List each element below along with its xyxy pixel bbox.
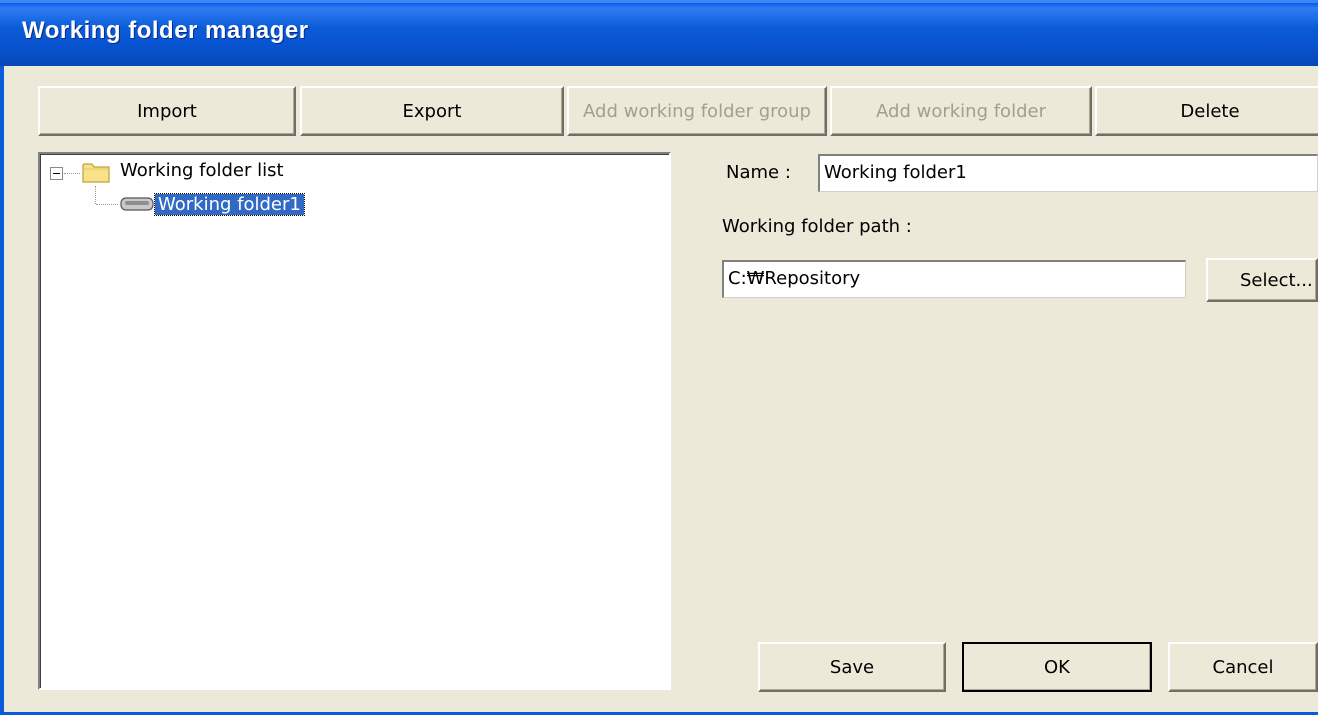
export-button[interactable]: Export — [300, 86, 564, 136]
save-button[interactable]: Save — [758, 642, 946, 692]
import-button-label: Import — [137, 100, 197, 122]
select-path-button[interactable]: Select... — [1206, 258, 1318, 302]
title-bar[interactable]: Working folder manager — [0, 0, 1318, 66]
tree-item-working-folder1[interactable]: Working folder1 — [154, 193, 305, 216]
folder-icon — [82, 163, 110, 183]
window-frame-left — [0, 66, 4, 715]
name-label: Name : — [726, 162, 791, 183]
ok-button[interactable]: OK — [962, 642, 1152, 692]
working-folder-path-label: Working folder path : — [722, 216, 912, 237]
name-input[interactable]: Working folder1 — [818, 154, 1318, 192]
delete-button-label: Delete — [1180, 100, 1240, 122]
import-button[interactable]: Import — [38, 86, 296, 136]
tree-connector — [96, 204, 118, 205]
tree-root-label[interactable]: Working folder list — [120, 160, 284, 181]
select-path-button-label: Select... — [1240, 269, 1313, 291]
add-working-folder-group-button[interactable]: Add working folder group — [567, 86, 827, 136]
cancel-button[interactable]: Cancel — [1168, 642, 1318, 692]
add-working-folder-label: Add working folder — [876, 100, 1046, 122]
tree-connector — [64, 173, 80, 174]
working-folder-path-input[interactable]: C:₩Repository — [722, 260, 1186, 298]
add-working-folder-button[interactable]: Add working folder — [830, 86, 1092, 136]
drive-icon — [120, 197, 154, 211]
add-working-folder-group-label: Add working folder group — [583, 100, 811, 122]
window-title: Working folder manager — [22, 17, 309, 44]
save-button-label: Save — [829, 656, 875, 678]
tree-connector — [95, 186, 96, 204]
cancel-button-label: Cancel — [1212, 656, 1274, 678]
delete-button[interactable]: Delete — [1095, 86, 1318, 136]
export-button-label: Export — [402, 100, 462, 122]
collapse-toggle-icon[interactable] — [50, 167, 63, 180]
ok-button-label: OK — [1044, 656, 1070, 678]
working-folder-tree[interactable]: Working folder list Working folder1 — [38, 152, 671, 690]
